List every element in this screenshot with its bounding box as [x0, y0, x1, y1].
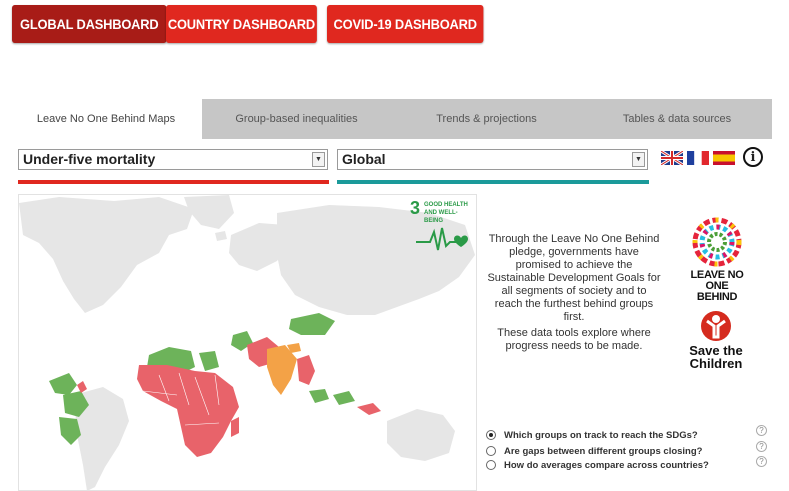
help-icon[interactable]: ? — [756, 456, 767, 467]
lnob-logo-text: LEAVE NO ONE BEHIND — [684, 270, 750, 303]
french-flag-icon[interactable] — [687, 151, 709, 165]
question-gaps-closing-label: Are gaps between different groups closin… — [504, 445, 703, 457]
lnob-line1: LEAVE NO ONE — [690, 269, 744, 292]
world-map[interactable] — [18, 194, 477, 491]
english-flag-icon[interactable] — [661, 151, 683, 165]
radio-button-selected[interactable] — [486, 430, 496, 440]
world-map-svg — [19, 195, 475, 490]
help-icon[interactable]: ? — [756, 441, 767, 452]
radio-button[interactable] — [486, 460, 496, 470]
radio-button[interactable] — [486, 446, 496, 456]
heartbeat-icon — [416, 227, 468, 251]
indicator-select-value: Under-five mortality — [23, 151, 156, 167]
question-averages-compare-label: How do averages compare across countries… — [504, 459, 709, 471]
question-on-track-label: Which groups on track to reach the SDGs? — [504, 429, 698, 441]
region-underline — [337, 180, 649, 184]
lnob-line2: BEHIND — [696, 291, 738, 303]
tab-group-based-inequalities[interactable]: Group-based inequalities — [202, 99, 391, 139]
indicator-underline — [18, 180, 329, 184]
save-the-children-icon — [701, 311, 731, 341]
stc-line2: Children — [689, 356, 743, 371]
orange-countries — [267, 343, 301, 395]
region-select-value: Global — [342, 151, 386, 167]
global-dashboard-button[interactable]: GLOBAL DASHBOARD — [12, 5, 167, 43]
intro-paragraph: Through the Leave No One Behind pledge, … — [487, 233, 661, 323]
region-select[interactable]: Global ▼ — [337, 149, 648, 170]
chevron-down-icon: ▼ — [312, 152, 325, 167]
save-the-children-logo-text: Save the Children — [680, 344, 752, 370]
intro-paragraph-2: These data tools explore where progress … — [497, 327, 651, 352]
country-dashboard-button[interactable]: COUNTRY DASHBOARD — [166, 5, 317, 43]
tab-leave-no-one-behind-maps[interactable]: Leave No One Behind Maps — [10, 99, 202, 139]
indicator-select[interactable]: Under-five mortality ▼ — [18, 149, 328, 170]
question-gaps-closing[interactable]: Are gaps between different groups closin… — [486, 444, 702, 458]
chevron-down-icon: ▼ — [632, 152, 645, 167]
tab-trends-projections[interactable]: Trends & projections — [391, 99, 582, 139]
covid-dashboard-button[interactable]: COVID-19 DASHBOARD — [327, 5, 484, 43]
info-icon[interactable]: i — [743, 147, 763, 167]
spanish-flag-icon[interactable] — [713, 151, 735, 165]
help-icon[interactable]: ? — [756, 425, 767, 436]
tab-bar: Leave No One Behind Maps Group-based ine… — [10, 99, 772, 139]
question-averages-compare[interactable]: How do averages compare across countries… — [486, 458, 709, 472]
tab-tables-data-sources[interactable]: Tables & data sources — [582, 99, 772, 139]
question-on-track[interactable]: Which groups on track to reach the SDGs? — [486, 428, 698, 442]
